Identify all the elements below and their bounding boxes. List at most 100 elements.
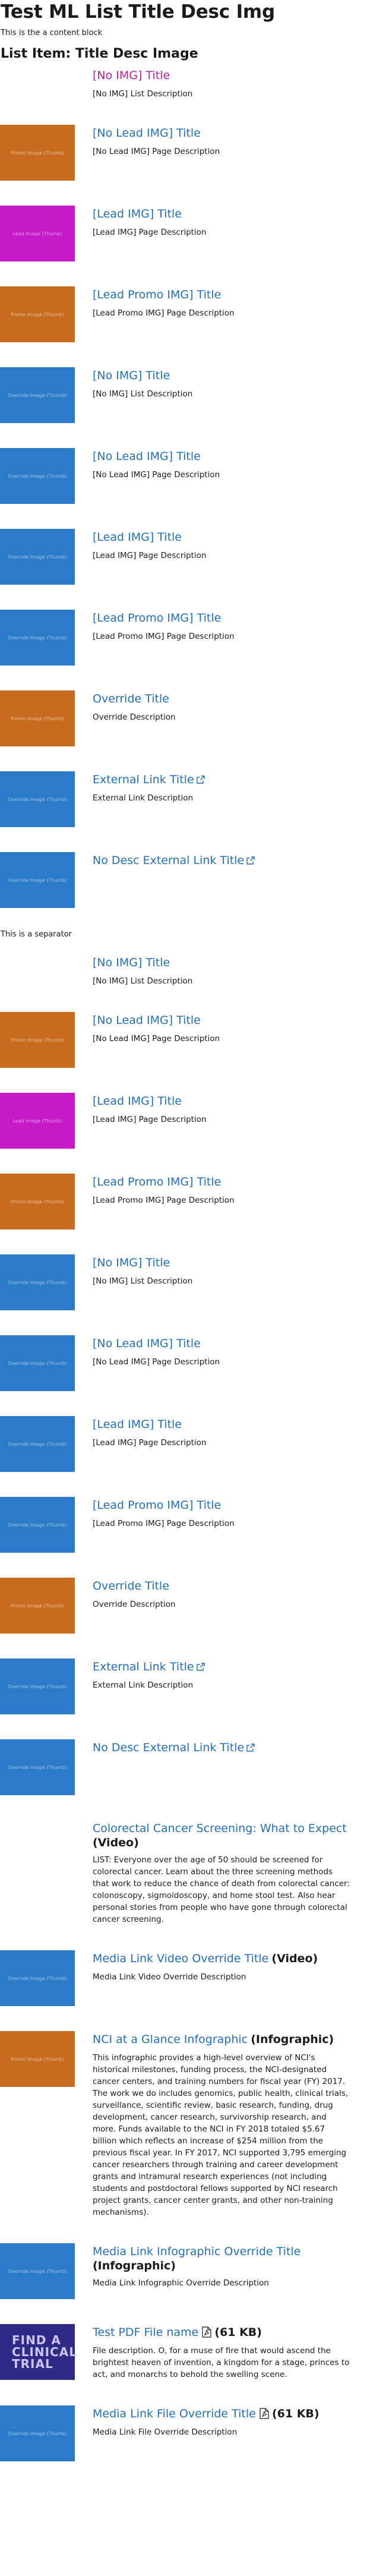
thumbnail-text-line: CLINICAL bbox=[12, 2345, 77, 2359]
list-item-title-link[interactable]: Override Title bbox=[93, 1579, 169, 1593]
list-item-title-link[interactable]: [Lead IMG] Title bbox=[93, 531, 182, 544]
thumbnail-label: Override Image (Thumb) bbox=[8, 473, 67, 479]
page: Test ML List Title Desc Img This is the … bbox=[0, 0, 367, 2486]
list-item-body: Media Link Infographic Override Title (I… bbox=[93, 2243, 367, 2289]
pdf-file-icon bbox=[202, 2326, 211, 2338]
list-item-body: [Lead IMG] Title [Lead IMG] Page Descript… bbox=[93, 206, 367, 238]
list-item-thumbnail[interactable]: Override Image (Thumb) bbox=[0, 1416, 75, 1472]
list-item-thumbnail[interactable]: Override Image (Thumb) bbox=[0, 610, 75, 666]
list-item-title-link[interactable]: Override Title bbox=[93, 692, 169, 705]
list-item: Lead Image (Thumb) [Lead IMG] Title [Lead … bbox=[0, 1093, 367, 1149]
list-item-title-link[interactable]: No Desc External Link Title bbox=[93, 1741, 244, 1754]
list-item-title-link[interactable]: [Lead Promo IMG] Title bbox=[93, 1175, 221, 1188]
list-item-thumbnail[interactable]: Lead Image (Thumb) bbox=[0, 206, 75, 261]
list-item-body: [No Lead IMG] Title [No Lead IMG] Page De… bbox=[93, 125, 367, 157]
list-item-description: Override Description bbox=[93, 1600, 176, 1609]
list-item-description: [No IMG] List Description bbox=[93, 389, 193, 399]
list-item: Promo Image (Thumb) [Lead Promo IMG] Titl… bbox=[0, 286, 367, 342]
list-item-title-link[interactable]: [Lead Promo IMG] Title bbox=[93, 611, 221, 625]
list-item-title-link[interactable]: Colorectal Cancer Screening: What to Exp… bbox=[93, 1822, 347, 1835]
list-item-title-link[interactable]: [No IMG] Title bbox=[93, 69, 170, 82]
list-item-body: [No IMG] Title [No IMG] List Description bbox=[93, 1254, 367, 1287]
list-item-body: No Desc External Link Title bbox=[93, 1739, 367, 1755]
list-item-body: Override Title Override Description bbox=[93, 1578, 367, 1610]
list-item-thumbnail[interactable]: Override Image (Thumb) bbox=[0, 1254, 75, 1310]
list-item-thumbnail[interactable]: Override Image (Thumb) bbox=[0, 1335, 75, 1391]
external-link-icon bbox=[246, 856, 255, 865]
list-item: Override Image (Thumb) External Link Titl… bbox=[0, 771, 367, 827]
list-item-title-row: [No IMG] Title bbox=[93, 956, 350, 970]
thumbnail-label: Override Image (Thumb) bbox=[8, 1360, 67, 1366]
list-item-title-link[interactable]: [Lead IMG] Title bbox=[93, 1095, 182, 1108]
list-item-thumbnail[interactable]: Promo Image (Thumb) bbox=[0, 2031, 75, 2087]
list-item-thumbnail[interactable]: Override Image (Thumb) bbox=[0, 1739, 75, 1795]
page-title: Test ML List Title Desc Img bbox=[1, 1, 275, 23]
list-item-thumbnail[interactable]: Override Image (Thumb) bbox=[0, 852, 75, 908]
list-item-title-link[interactable]: External Link Title bbox=[93, 1660, 194, 1673]
list-item-description: Media Link Video Override Description bbox=[93, 1972, 246, 1982]
list-item-thumbnail[interactable]: Promo Image (Thumb) bbox=[0, 1174, 75, 1229]
list-item-title-link[interactable]: [Lead Promo IMG] Title bbox=[93, 1499, 221, 1512]
list-item-title-link[interactable]: [No IMG] Title bbox=[93, 956, 170, 969]
thumbnail-label: Override Image (Thumb) bbox=[8, 796, 67, 802]
list-item: Override Image (Thumb) No Desc External L… bbox=[0, 852, 367, 908]
list-item-title-link[interactable]: Media Link File Override Title bbox=[93, 2407, 256, 2420]
list-item-title-link[interactable]: [No Lead IMG] Title bbox=[93, 1337, 201, 1350]
list-item-title-link[interactable]: [No Lead IMG] Title bbox=[93, 127, 201, 140]
list-item-body: [Lead Promo IMG] Title [Lead Promo IMG] P… bbox=[93, 286, 367, 319]
list-item-body: External Link Title External Link Descrip… bbox=[93, 771, 367, 804]
list-item-thumbnail[interactable]: Override Image (Thumb) bbox=[0, 1950, 75, 2006]
list-item-title-link[interactable]: [No Lead IMG] Title bbox=[93, 450, 201, 463]
list-item-title-row: [Lead IMG] Title bbox=[93, 207, 350, 222]
list-item: [No IMG] Title [No IMG] List Description bbox=[0, 67, 367, 100]
list-item-thumbnail[interactable]: Override Image (Thumb) bbox=[0, 448, 75, 504]
list-item-title-link[interactable]: Media Link Infographic Override Title bbox=[93, 2245, 300, 2258]
list-item-title-row: [No Lead IMG] Title bbox=[93, 1013, 350, 1028]
list-item-title-link[interactable]: [Lead Promo IMG] Title bbox=[93, 288, 221, 301]
list-item-thumbnail[interactable]: Promo Image (Thumb) bbox=[0, 690, 75, 746]
list-item-thumbnail[interactable]: Override Image (Thumb) bbox=[0, 771, 75, 827]
list-item-thumbnail[interactable]: Override Image (Thumb) bbox=[0, 367, 75, 423]
thumbnail-label: Override Image (Thumb) bbox=[8, 392, 67, 398]
list-item-title-suffix: (Video) bbox=[93, 1836, 139, 1849]
list-item-thumbnail[interactable]: Promo Image (Thumb) bbox=[0, 286, 75, 342]
list-item-thumbnail[interactable]: Promo Image (Thumb) bbox=[0, 1578, 75, 1634]
pdf-file-icon bbox=[260, 2408, 269, 2419]
external-link-icon bbox=[196, 1662, 205, 1671]
list-item-title-row: [No Lead IMG] Title bbox=[93, 449, 350, 464]
list-item-thumbnail[interactable]: Override Image (Thumb) bbox=[0, 2243, 75, 2299]
list-item-title-link[interactable]: [Lead IMG] Title bbox=[93, 1418, 182, 1431]
list-item-title-row: [No IMG] Title bbox=[93, 1256, 350, 1270]
list-item-title-link[interactable]: [No IMG] Title bbox=[93, 1256, 170, 1269]
list-item-title-link[interactable]: Media Link Video Override Title bbox=[93, 1952, 268, 1965]
list-item-thumbnail[interactable]: Lead Image (Thumb) bbox=[0, 1093, 75, 1149]
list-item: Override Image (Thumb) Media Link Video O… bbox=[0, 1950, 367, 2006]
list-item-title-link[interactable]: [No IMG] Title bbox=[93, 369, 170, 382]
list-item-body: [No Lead IMG] Title [No Lead IMG] Page De… bbox=[93, 1012, 367, 1045]
list-item-thumbnail[interactable]: Override Image (Thumb) bbox=[0, 529, 75, 585]
list-item-title-row: No Desc External Link Title bbox=[93, 853, 350, 868]
list-item-thumbnail[interactable]: FIND A CLINICAL TRIAL bbox=[0, 2324, 77, 2380]
list-item-title-row: [No Lead IMG] Title bbox=[93, 1336, 350, 1351]
list-item-title-link[interactable]: [No Lead IMG] Title bbox=[93, 1014, 201, 1027]
thumbnail-label: Override Image (Thumb) bbox=[8, 1279, 67, 1285]
list-item: FIND A CLINICAL TRIAL Test PDF File name (6… bbox=[0, 2324, 367, 2380]
list-item-title-link[interactable]: NCI at a Glance Infographic bbox=[93, 2033, 248, 2046]
list-item-title-link[interactable]: Test PDF File name bbox=[93, 2326, 198, 2339]
list-item-title-link[interactable]: External Link Title bbox=[93, 773, 194, 786]
list-item-description: LIST: Everyone over the age of 50 should… bbox=[93, 1855, 350, 1924]
list-item-thumbnail[interactable]: Override Image (Thumb) bbox=[0, 1659, 75, 1714]
list-item-thumbnail[interactable]: Override Image (Thumb) bbox=[0, 2405, 75, 2461]
list-item-description: [No Lead IMG] Page Description bbox=[93, 1357, 220, 1367]
list-item-thumbnail[interactable]: Promo Image (Thumb) bbox=[0, 1012, 75, 1068]
list-item-title-link[interactable]: No Desc External Link Title bbox=[93, 854, 244, 867]
list-item-description: Media Link File Override Description bbox=[93, 2427, 238, 2437]
list-item-body: External Link Title External Link Descrip… bbox=[93, 1659, 367, 1691]
list-item-body: [Lead Promo IMG] Title [Lead Promo IMG] P… bbox=[93, 610, 367, 642]
list-item-thumbnail[interactable]: Override Image (Thumb) bbox=[0, 1497, 75, 1553]
list-item-title-link[interactable]: [Lead IMG] Title bbox=[93, 207, 182, 220]
list-item-thumbnail[interactable]: Promo Image (Thumb) bbox=[0, 125, 75, 181]
list-item: Override Image (Thumb) [No Lead IMG] Titl… bbox=[0, 448, 367, 504]
list-item-title-suffix: (61 KB) bbox=[214, 2326, 262, 2339]
list-item-title-row: Media Link Infographic Override Title (I… bbox=[93, 2244, 350, 2272]
